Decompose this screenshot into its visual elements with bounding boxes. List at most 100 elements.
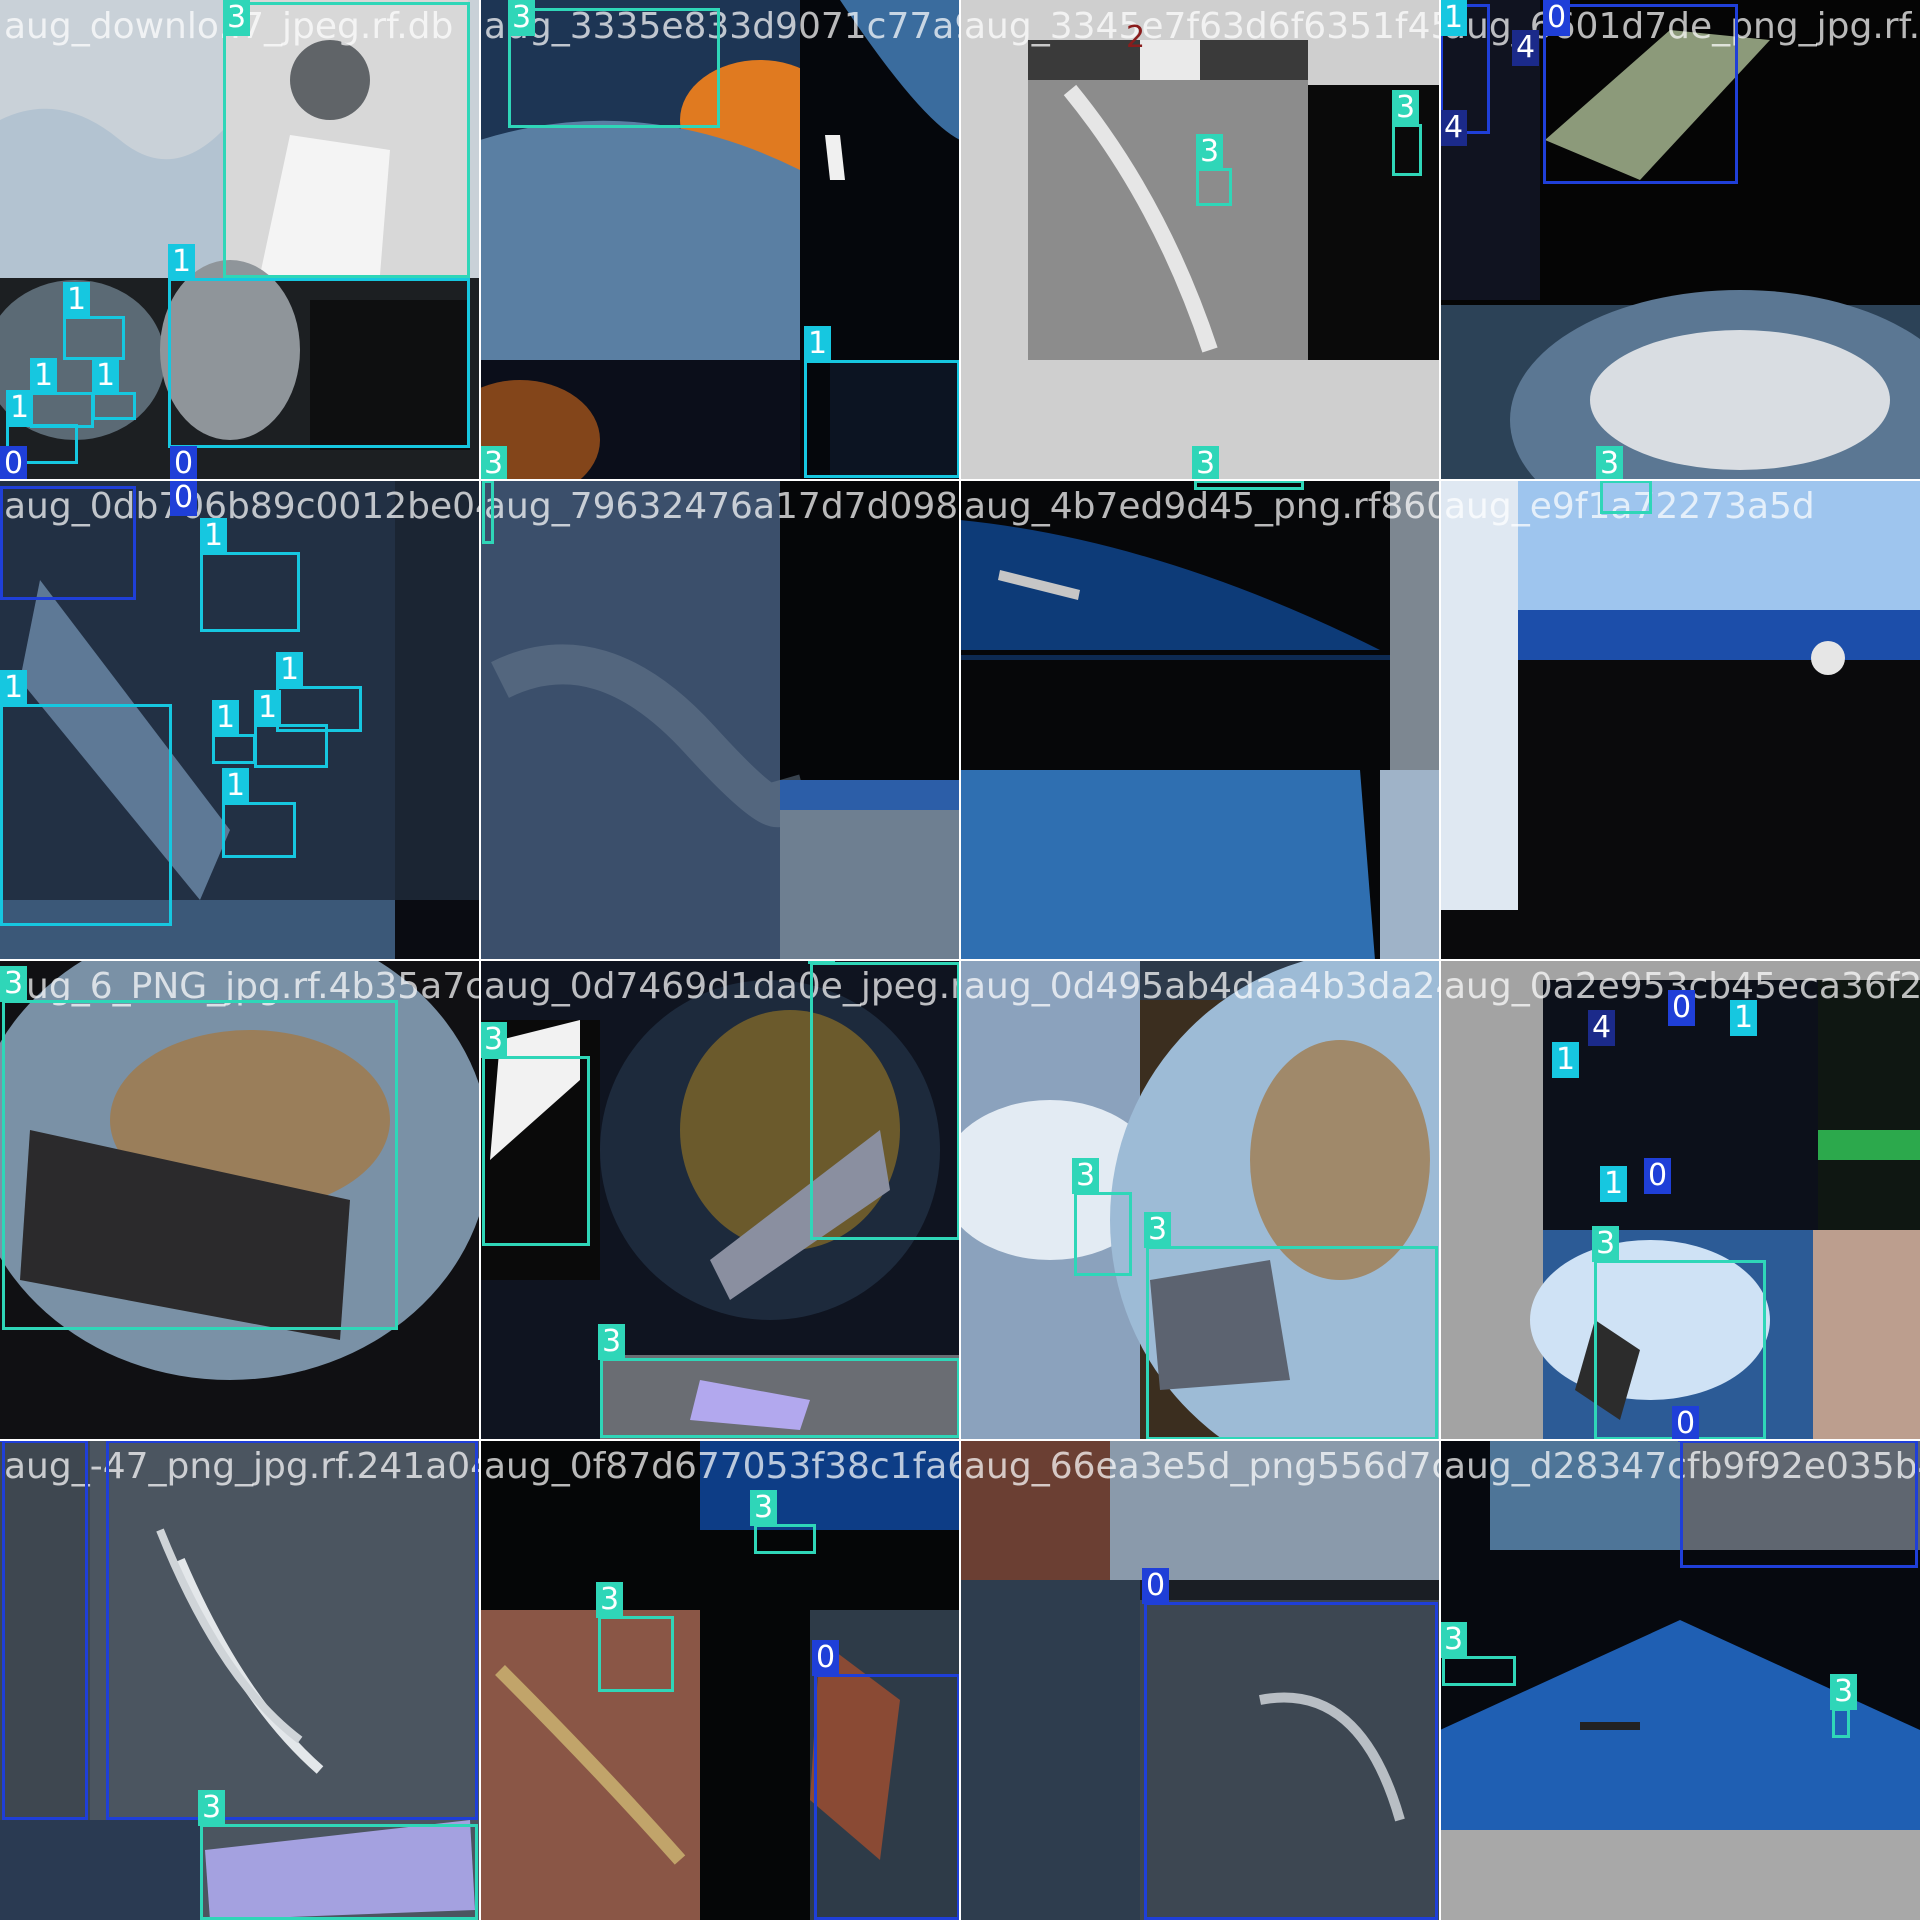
detection-box[interactable]: [754, 1524, 816, 1554]
detection-label: 1: [804, 326, 832, 362]
grid-divider: [0, 1439, 1920, 1441]
detection-label: 0: [1142, 1568, 1170, 1604]
detection-box[interactable]: [598, 1616, 674, 1692]
detection-label: 3: [1440, 1622, 1468, 1658]
mosaic-tile-4[interactable]: aug_0db706b89c0012be04ce 0 1 1 1 1 1 1: [0, 480, 480, 960]
detection-label: 1: [276, 652, 304, 688]
detection-label: 3: [1592, 1226, 1620, 1262]
detection-label: 0: [1668, 990, 1696, 1026]
detection-label: 4: [1512, 30, 1540, 66]
detection-mosaic: aug_downlo..7_jpeg.rf.db 3 1 1 1 1 1 0 0…: [0, 0, 1920, 1920]
detection-label: 2: [1126, 20, 1146, 55]
detection-box[interactable]: [212, 734, 256, 764]
detection-box[interactable]: [1196, 168, 1232, 206]
mosaic-tile-15[interactable]: aug_d28347cfb9f92e035b4 0 3 3: [1440, 1440, 1920, 1920]
tile-2-image: [960, 0, 1440, 480]
mosaic-tile-10[interactable]: aug_0d495ab4daa4b3da245f 3 3: [960, 960, 1440, 1440]
mosaic-tile-11[interactable]: aug_0a2e953cb45eca36f2 4 0 1 1 1 0 3 0: [1440, 960, 1920, 1440]
mosaic-tile-8[interactable]: aug_6_PNG_jpg.rf.4b35a7c5 3: [0, 960, 480, 1440]
detection-label: 3: [1144, 1212, 1172, 1248]
mosaic-tile-7[interactable]: aug_e9f1a72273a5d: [1440, 480, 1920, 960]
detection-box[interactable]: [200, 552, 300, 632]
detection-label: 3: [598, 1324, 626, 1360]
detection-label: 0: [1644, 1158, 1672, 1194]
detection-label: 3: [508, 0, 536, 36]
detection-box[interactable]: [482, 480, 494, 544]
mosaic-tile-5[interactable]: aug_79632476a17d7d098052fa8d: [480, 480, 960, 960]
detection-label: 3: [1392, 90, 1420, 126]
detection-label: 1: [63, 282, 91, 318]
detection-box[interactable]: [254, 724, 328, 768]
detection-box[interactable]: [168, 278, 470, 448]
detection-box[interactable]: [92, 392, 136, 420]
detection-label: 4: [1440, 110, 1468, 146]
detection-box[interactable]: [2, 1000, 398, 1330]
detection-box[interactable]: [1392, 124, 1422, 176]
detection-box[interactable]: [0, 486, 136, 600]
detection-box[interactable]: [508, 8, 720, 128]
detection-label: 3: [223, 0, 251, 36]
detection-label: 1: [1552, 1042, 1580, 1078]
detection-box[interactable]: [1146, 1246, 1438, 1440]
detection-box[interactable]: [63, 316, 125, 360]
detection-label: 1: [212, 700, 240, 736]
detection-label: 3: [596, 1582, 624, 1618]
mosaic-tile-2[interactable]: aug_3345e7f63d6f6351f45f11e 2 3 3 3: [960, 0, 1440, 480]
tile-7-image: [1440, 480, 1920, 960]
detection-box[interactable]: [1194, 480, 1304, 490]
detection-label: 3: [1196, 134, 1224, 170]
detection-label: 0: [1543, 0, 1571, 36]
detection-label: 3: [0, 966, 28, 1002]
detection-box[interactable]: [1144, 1602, 1438, 1920]
detection-box[interactable]: [810, 962, 960, 1240]
detection-box[interactable]: [106, 1440, 478, 1820]
detection-label: 0: [170, 480, 198, 516]
detection-box[interactable]: [223, 2, 470, 278]
detection-label: 3: [1596, 446, 1624, 480]
detection-box[interactable]: [2, 1440, 88, 1820]
detection-label: 1: [30, 358, 58, 394]
detection-label: 3: [750, 1490, 778, 1526]
detection-label: 0: [170, 446, 198, 480]
detection-label: 3: [198, 1790, 226, 1826]
detection-box[interactable]: [814, 1674, 960, 1920]
detection-box[interactable]: [1680, 1440, 1918, 1568]
detection-box[interactable]: [200, 1824, 478, 1920]
detection-box[interactable]: [0, 704, 172, 926]
detection-label: 1: [1600, 1166, 1628, 1202]
detection-label: 1: [222, 768, 250, 804]
mosaic-tile-0[interactable]: aug_downlo..7_jpeg.rf.db 3 1 1 1 1 1 0 0: [0, 0, 480, 480]
mosaic-tile-6[interactable]: aug_4b7ed9d45_png.rf86037b8b: [960, 480, 1440, 960]
detection-label: 3: [1192, 446, 1220, 480]
detection-label: 0: [1672, 1406, 1700, 1440]
tile-6-image: [960, 480, 1440, 960]
detection-label: 4: [1588, 1010, 1616, 1046]
detection-label: 3: [480, 1022, 508, 1058]
grid-divider: [0, 479, 1920, 481]
detection-label: 0: [0, 446, 28, 480]
mosaic-tile-9[interactable]: aug_0d7469d1da0e_jpeg.rf.ca 3 3 3: [480, 960, 960, 1440]
mosaic-tile-12[interactable]: aug_-47_png_jpg.rf.241a041 0 0 3: [0, 1440, 480, 1920]
mosaic-tile-13[interactable]: aug_0f87d677053f38c1fa6d05a6 3 3 0: [480, 1440, 960, 1920]
detection-box[interactable]: [1543, 4, 1738, 184]
detection-label: 1: [254, 690, 282, 726]
detection-label: 1: [1730, 1000, 1758, 1036]
mosaic-tile-3[interactable]: aug_6601d7de_png_jpg.rf.9361066 1 0 4 4 …: [1440, 0, 1920, 480]
detection-label: 0: [812, 1640, 840, 1676]
detection-box[interactable]: [482, 1056, 590, 1246]
detection-label: 1: [168, 244, 196, 280]
detection-box[interactable]: [30, 392, 94, 428]
mosaic-tile-14[interactable]: aug_66ea3e5d_png556d7c47 0: [960, 1440, 1440, 1920]
detection-box[interactable]: [600, 1358, 960, 1438]
mosaic-tile-1[interactable]: aug_3335e833d9071c77a9b07a9f9308 3 1 3: [480, 0, 960, 480]
detection-box[interactable]: [222, 802, 296, 858]
detection-box[interactable]: [1600, 480, 1652, 514]
detection-label: 3: [480, 446, 508, 480]
detection-label: 1: [1440, 0, 1468, 36]
detection-box[interactable]: [1074, 1192, 1132, 1276]
detection-box[interactable]: [804, 360, 960, 478]
detection-box[interactable]: [1442, 1656, 1516, 1686]
detection-label: 3: [1072, 1158, 1100, 1194]
tile-5-image: [480, 480, 960, 960]
detection-box[interactable]: [1832, 1708, 1850, 1738]
